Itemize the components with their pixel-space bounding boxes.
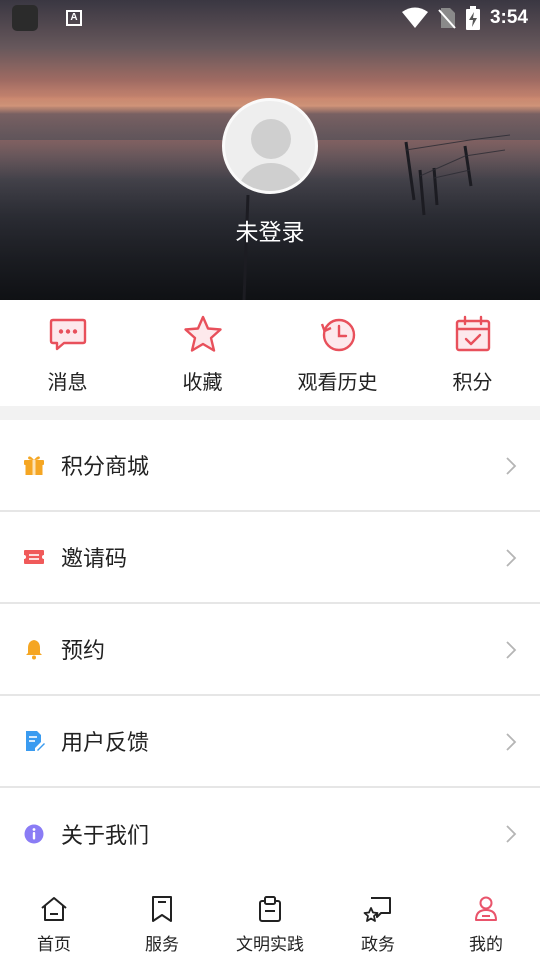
tab-mine[interactable]: 我的: [432, 880, 540, 960]
info-icon: [24, 824, 44, 844]
chevron-right-icon: [506, 549, 517, 567]
chevron-right-icon: [506, 825, 517, 843]
quick-action-label: 观看历史: [297, 370, 378, 394]
tab-label: 服务: [145, 935, 179, 955]
tab-government[interactable]: 政务: [324, 880, 432, 960]
gift-icon: [24, 456, 44, 475]
tab-services[interactable]: 服务: [108, 880, 216, 960]
history-icon: [320, 318, 355, 352]
ticket-icon: [24, 550, 44, 564]
quick-actions: 消息 收藏 观看历史 积分: [0, 300, 540, 406]
tab-home[interactable]: 首页: [0, 880, 108, 960]
quick-action-points[interactable]: 积分: [405, 300, 540, 406]
menu-item-points-mall[interactable]: 积分商城: [0, 420, 540, 512]
bookmark-icon: [152, 896, 172, 922]
menu-item-label: 用户反馈: [61, 731, 150, 756]
menu-item-label: 关于我们: [61, 824, 150, 849]
feedback-icon: [26, 731, 45, 751]
chat-star-icon: [363, 897, 391, 922]
quick-action-favorites[interactable]: 收藏: [135, 300, 270, 406]
menu-item-label: 邀请码: [61, 547, 128, 572]
login-status[interactable]: 未登录: [0, 213, 540, 247]
person-icon: [475, 896, 497, 921]
tab-civilization-practice[interactable]: 文明实践: [216, 880, 324, 960]
tab-label: 政务: [361, 935, 395, 955]
tab-label: 首页: [37, 935, 71, 955]
menu-item-invite-code[interactable]: 邀请码: [0, 512, 540, 604]
avatar-body-shape: [237, 163, 305, 191]
menu-item-label: 积分商城: [61, 455, 150, 480]
status-bar: A 3:54: [0, 0, 540, 36]
menu-item-feedback[interactable]: 用户反馈: [0, 696, 540, 788]
message-icon: [49, 318, 86, 351]
chevron-right-icon: [506, 457, 517, 475]
star-icon: [183, 315, 222, 352]
calendar-check-icon: [455, 315, 490, 352]
quick-action-label: 消息: [47, 370, 88, 394]
app-notification-icon: [12, 5, 38, 31]
chevron-right-icon: [506, 733, 517, 751]
no-sim-icon: [438, 8, 456, 29]
quick-action-messages[interactable]: 消息: [0, 300, 135, 406]
status-time: 3:54: [489, 7, 528, 28]
quick-action-label: 积分: [452, 370, 493, 394]
avatar[interactable]: [222, 98, 318, 194]
menu-item-about-us[interactable]: 关于我们: [0, 788, 540, 880]
bottom-tab-bar: 首页 服务 文明实践 政务 我的: [0, 880, 540, 960]
avatar-head-shape: [251, 119, 291, 159]
menu-item-reservation[interactable]: 预约: [0, 604, 540, 696]
tab-label: 我的: [469, 935, 503, 955]
quick-action-history[interactable]: 观看历史: [270, 300, 405, 406]
home-icon: [41, 897, 67, 921]
battery-charging-icon: [465, 6, 480, 30]
chevron-right-icon: [506, 641, 517, 659]
tab-label: 文明实践: [236, 935, 304, 955]
wifi-icon: [401, 7, 428, 28]
quick-action-label: 收藏: [182, 370, 223, 394]
keyboard-a-icon: A: [66, 10, 82, 26]
clipboard-icon: [259, 896, 281, 922]
bell-icon: [26, 640, 42, 660]
menu-item-label: 预约: [61, 639, 106, 664]
menu-list: 积分商城 邀请码 预约 用户反馈 关于我们: [0, 420, 540, 880]
